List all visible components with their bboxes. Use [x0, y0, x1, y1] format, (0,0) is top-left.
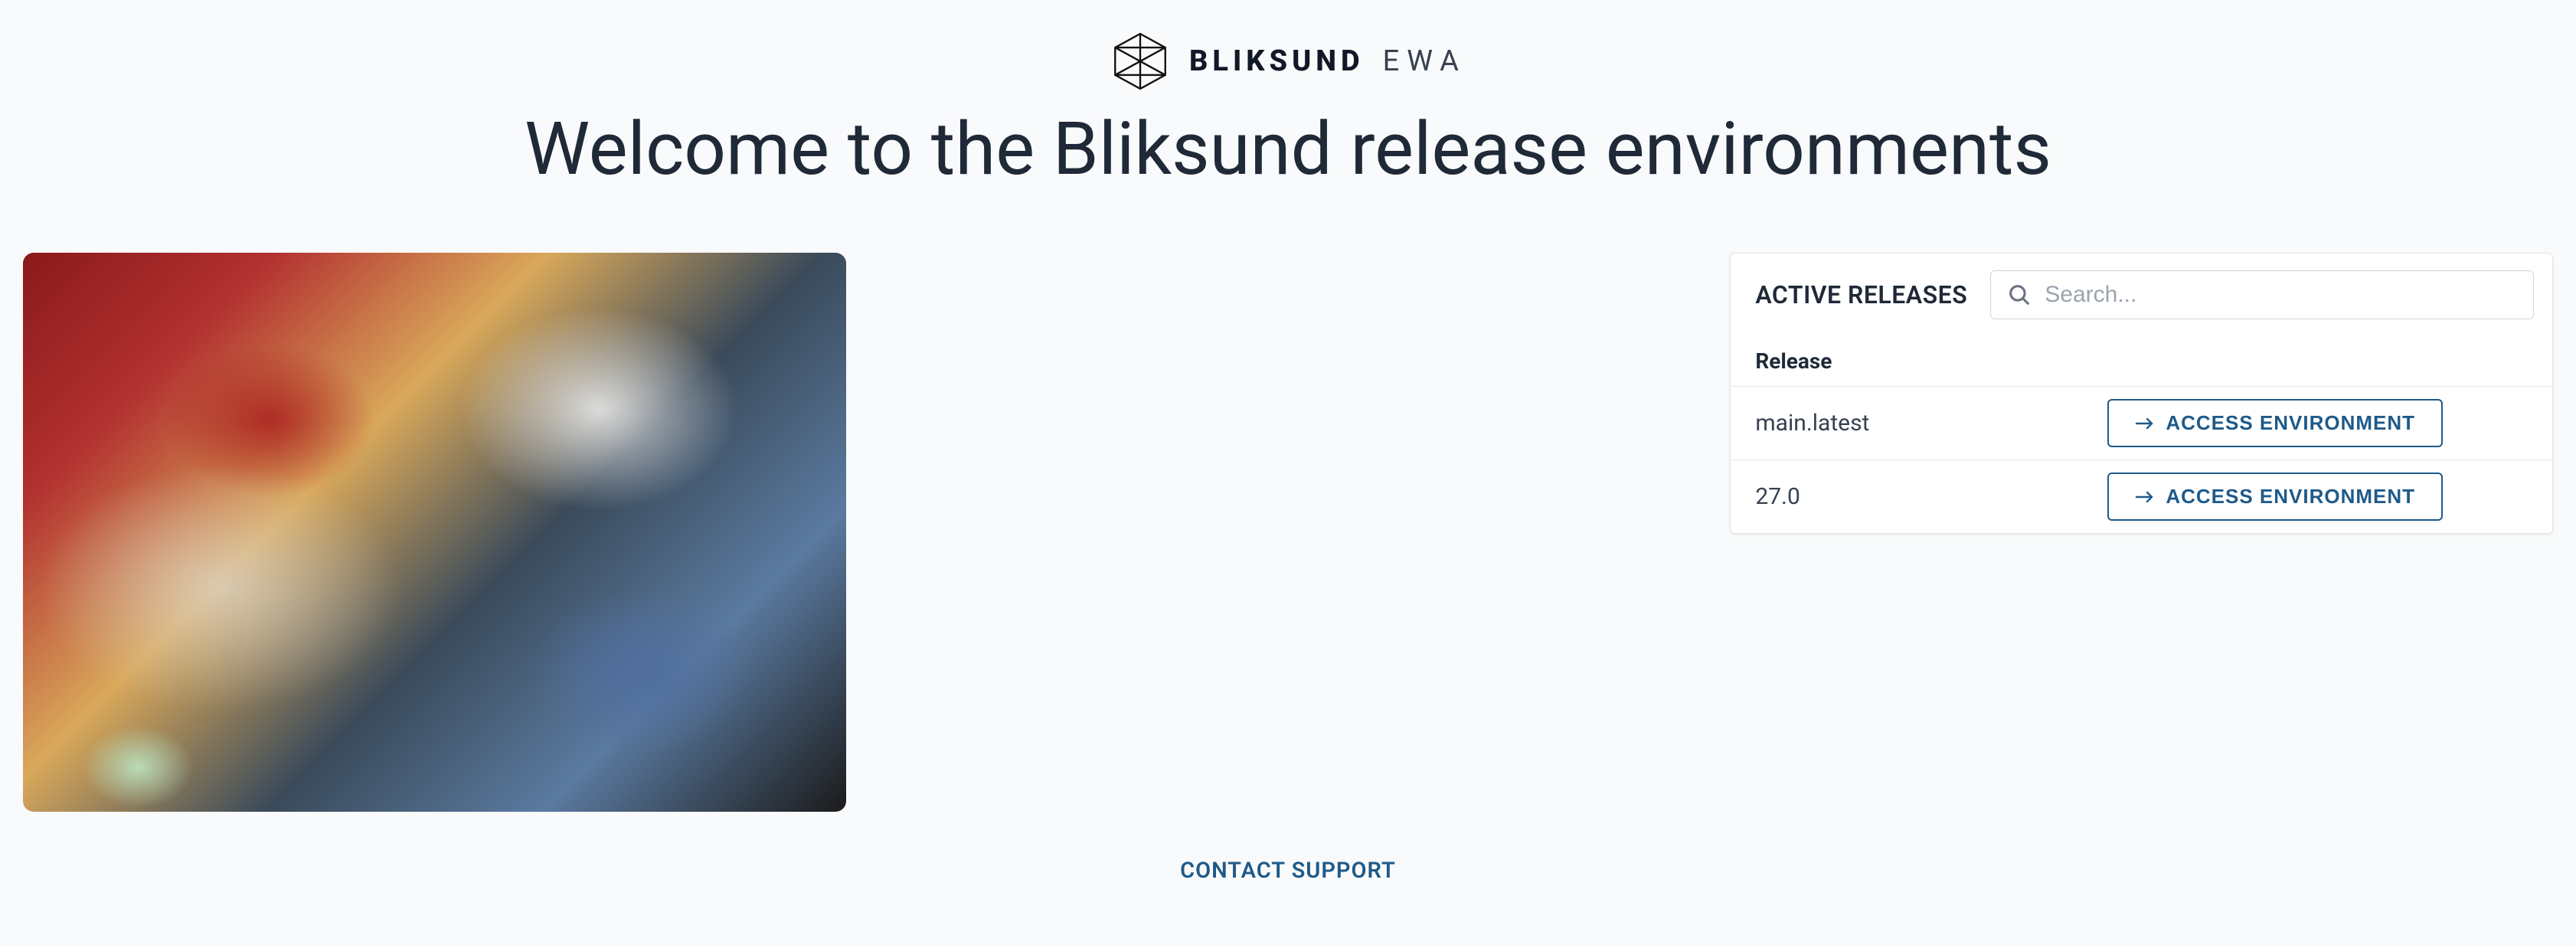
search-icon	[2006, 282, 2032, 308]
search-input[interactable]	[2045, 282, 2518, 308]
release-name: 27.0	[1755, 483, 2107, 510]
arrow-right-icon	[2135, 490, 2155, 504]
brand-suffix: EWA	[1383, 44, 1466, 78]
brand-name: BLIKSUND	[1189, 44, 1365, 78]
column-header-release: Release	[1755, 348, 2107, 374]
hero-image	[23, 253, 846, 812]
button-label: ACCESS ENVIRONMENT	[2166, 485, 2415, 508]
page-title: Welcome to the Bliksund release environm…	[23, 107, 2553, 191]
table-row: main.latest ACCESS ENVIRONMENT	[1731, 387, 2552, 460]
access-environment-button[interactable]: ACCESS ENVIRONMENT	[2107, 472, 2443, 521]
brand-logo-icon	[1110, 31, 1171, 92]
button-label: ACCESS ENVIRONMENT	[2166, 411, 2415, 435]
releases-title: ACTIVE RELEASES	[1755, 280, 1967, 309]
release-name: main.latest	[1755, 410, 2107, 437]
arrow-right-icon	[2135, 417, 2155, 430]
header: BLIKSUND EWA	[23, 31, 2553, 92]
table-header-row: Release	[1731, 333, 2552, 387]
contact-support-link[interactable]: CONTACT SUPPORT	[1180, 858, 1396, 884]
footer: CONTACT SUPPORT	[23, 858, 2553, 884]
table-row: 27.0 ACCESS ENVIRONMENT	[1731, 460, 2552, 533]
access-environment-button[interactable]: ACCESS ENVIRONMENT	[2107, 399, 2443, 447]
search-field-wrapper[interactable]	[1990, 270, 2534, 319]
releases-panel: ACTIVE RELEASES Release main.latest	[1730, 253, 2553, 534]
